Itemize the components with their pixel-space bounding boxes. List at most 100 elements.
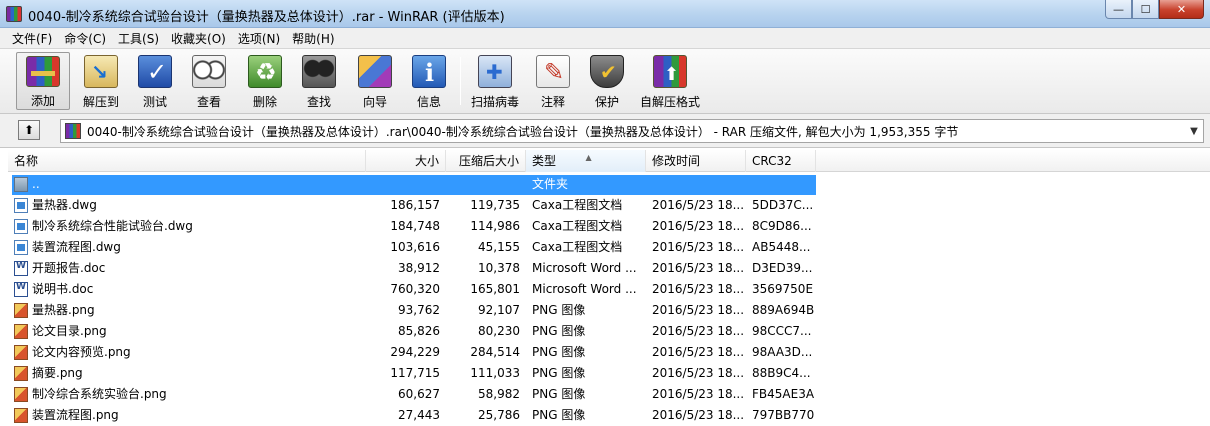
file-row[interactable]: 量热器.dwg 186,157 119,735 Caxa工程图文档 2016/5/23 …	[8, 195, 1210, 216]
address-bar: ⬆ 0040-制冷系统综合试验台设计（量换热器及总体设计）.rar\0040-制…	[0, 114, 1210, 148]
file-list-header: 名称 大小 压缩后大小 类型 ▲ 修改时间 CRC32	[8, 150, 1210, 172]
file-name: 说明书.doc	[32, 282, 94, 296]
file-size: 27,443	[398, 408, 440, 422]
file-packed-size: 119,735	[470, 198, 520, 212]
doc-file-icon	[14, 282, 28, 297]
file-size: 60,627	[398, 387, 440, 401]
file-modified: 2016/5/23 18...	[652, 261, 744, 275]
file-size: 760,320	[390, 282, 440, 296]
file-name: 摘要.png	[32, 366, 83, 380]
toolbar-separator	[460, 57, 461, 105]
file-size: 294,229	[390, 345, 440, 359]
delete-button[interactable]: 删除	[238, 52, 292, 110]
file-size: 85,826	[398, 324, 440, 338]
menu-tools[interactable]: 工具(S)	[112, 30, 165, 47]
wizard-button[interactable]: 向导	[348, 52, 402, 110]
file-packed-size: 80,230	[478, 324, 520, 338]
view-button[interactable]: 查看	[182, 52, 236, 110]
virus-scan-icon	[478, 55, 512, 88]
file-packed-size: 58,982	[478, 387, 520, 401]
protect-icon	[590, 55, 624, 88]
window-controls: — ☐ ✕	[1105, 0, 1204, 20]
column-size[interactable]: 大小	[366, 150, 446, 172]
file-crc32: AB5448...	[752, 240, 811, 254]
toolbar: 添加 解压到 测试 查看 删除 查找 向导 信息 扫描病毒 注释 保护	[0, 48, 1210, 114]
file-packed-size: 111,033	[470, 366, 520, 380]
menu-file[interactable]: 文件(F)	[6, 30, 58, 47]
folder-file-icon	[14, 177, 28, 192]
add-button[interactable]: 添加	[16, 52, 70, 110]
file-type: Caxa工程图文档	[532, 240, 623, 254]
virus-scan-button[interactable]: 扫描病毒	[466, 52, 524, 110]
maximize-button[interactable]: ☐	[1132, 0, 1159, 19]
menu-favorites[interactable]: 收藏夹(O)	[165, 30, 232, 47]
column-modified[interactable]: 修改时间	[646, 150, 746, 172]
sfx-label: 自解压格式	[639, 95, 700, 109]
menu-options[interactable]: 选项(N)	[232, 30, 286, 47]
column-name[interactable]: 名称	[8, 150, 366, 172]
up-folder-button[interactable]: ⬆	[18, 120, 40, 140]
file-crc32: 797BB770	[752, 408, 815, 422]
menu-help[interactable]: 帮助(H)	[286, 30, 340, 47]
file-row[interactable]: 制冷综合系统实验台.png 60,627 58,982 PNG 图像 2016/5/23…	[8, 384, 1210, 405]
close-button[interactable]: ✕	[1159, 0, 1204, 19]
file-crc32: 5DD37C...	[752, 198, 814, 212]
file-type: PNG 图像	[532, 366, 586, 380]
protect-button[interactable]: 保护	[580, 52, 634, 110]
column-packed[interactable]: 压缩后大小	[446, 150, 526, 172]
test-button[interactable]: 测试	[128, 52, 182, 110]
file-modified: 2016/5/23 18...	[652, 324, 744, 338]
winrar-app-icon[interactable]	[6, 6, 22, 22]
file-crc32: 889A694B	[752, 303, 815, 317]
file-row[interactable]: 装置流程图.png 27,443 25,786 PNG 图像 2016/5/23 18.…	[8, 405, 1210, 426]
find-icon	[302, 55, 336, 88]
file-modified: 2016/5/23 18...	[652, 240, 744, 254]
parent-folder-row[interactable]: .. 文件夹	[8, 174, 1210, 195]
file-row[interactable]: 开题报告.doc 38,912 10,378 Microsoft Word ... 20…	[8, 258, 1210, 279]
file-type: PNG 图像	[532, 408, 586, 422]
file-name: ..	[32, 177, 40, 191]
file-row[interactable]: 摘要.png 117,715 111,033 PNG 图像 2016/5/23 18..…	[8, 363, 1210, 384]
doc-file-icon	[14, 261, 28, 276]
file-size: 117,715	[390, 366, 440, 380]
file-modified: 2016/5/23 18...	[652, 408, 744, 422]
file-crc32: 98CCC7...	[752, 324, 812, 338]
file-row[interactable]: 论文目录.png 85,826 80,230 PNG 图像 2016/5/23 18..…	[8, 321, 1210, 342]
path-combo[interactable]: 0040-制冷系统综合试验台设计（量换热器及总体设计）.rar\0040-制冷系…	[60, 119, 1204, 143]
file-crc32: D3ED39...	[752, 261, 813, 275]
file-packed-size: 92,107	[478, 303, 520, 317]
png-file-icon	[14, 387, 28, 402]
info-button[interactable]: 信息	[402, 52, 456, 110]
png-file-icon	[14, 408, 28, 423]
file-list[interactable]: 名称 大小 压缩后大小 类型 ▲ 修改时间 CRC32 .. 文件夹 量热器.dwg…	[8, 150, 1210, 426]
png-file-icon	[14, 303, 28, 318]
file-crc32: 3569750E	[752, 282, 814, 296]
file-crc32: 88B9C4...	[752, 366, 811, 380]
sfx-button[interactable]: 自解压格式	[634, 52, 706, 110]
comment-icon	[536, 55, 570, 88]
file-row[interactable]: 说明书.doc 760,320 165,801 Microsoft Word ... 2…	[8, 279, 1210, 300]
file-packed-size: 45,155	[478, 240, 520, 254]
file-name: 装置流程图.png	[32, 408, 119, 422]
file-name: 制冷综合系统实验台.png	[32, 387, 167, 401]
file-row[interactable]: 量热器.png 93,762 92,107 PNG 图像 2016/5/23 18...…	[8, 300, 1210, 321]
path-dropdown-icon[interactable]: ▼	[1185, 126, 1203, 137]
file-modified: 2016/5/23 18...	[652, 219, 744, 233]
file-row[interactable]: 装置流程图.dwg 103,616 45,155 Caxa工程图文档 2016/5/23…	[8, 237, 1210, 258]
column-crc32[interactable]: CRC32	[746, 150, 816, 172]
extract-to-button[interactable]: 解压到	[74, 52, 128, 110]
column-type[interactable]: 类型 ▲	[526, 150, 646, 172]
file-packed-size: 114,986	[470, 219, 520, 233]
file-crc32: 98AA3D...	[752, 345, 813, 359]
file-row[interactable]: 制冷系统综合性能试验台.dwg 184,748 114,986 Caxa工程图文档 20…	[8, 216, 1210, 237]
find-button[interactable]: 查找	[292, 52, 346, 110]
file-size	[366, 174, 440, 195]
menu-commands[interactable]: 命令(C)	[58, 30, 112, 47]
delete-label: 删除	[252, 95, 277, 109]
file-modified: 2016/5/23 18...	[652, 366, 744, 380]
minimize-button[interactable]: —	[1105, 0, 1132, 19]
file-row[interactable]: 论文内容预览.png 294,229 284,514 PNG 图像 2016/5/23 …	[8, 342, 1210, 363]
file-type: PNG 图像	[532, 387, 586, 401]
comment-button[interactable]: 注释	[526, 52, 580, 110]
title-bar: 0040-制冷系统综合试验台设计（量换热器及总体设计）.rar - WinRAR…	[0, 0, 1210, 28]
